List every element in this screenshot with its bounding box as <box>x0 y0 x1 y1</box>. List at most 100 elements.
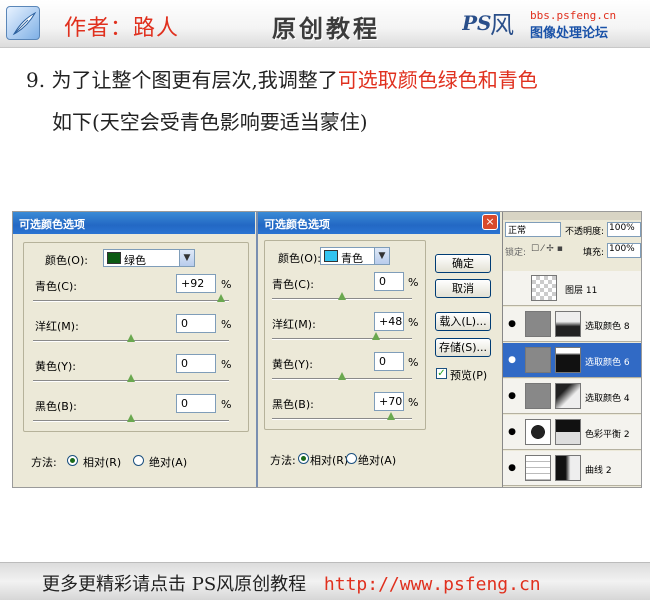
ok-button[interactable]: 确定 <box>435 254 491 273</box>
svg-text:PS: PS <box>462 11 491 35</box>
black-slider-thumb[interactable] <box>387 412 395 420</box>
step-text: 9. 为了让整个图更有层次,我调整了可选取颜色绿色和青色 <box>26 64 538 93</box>
absolute-label[interactable]: 绝对(A) <box>358 452 396 468</box>
fill-label: 填充: <box>583 248 605 258</box>
yellow-label: 黄色(Y): <box>272 358 314 371</box>
layer-row[interactable]: 图层 11 <box>503 271 641 306</box>
percent-sign: % <box>408 396 419 409</box>
magenta-slider-track[interactable] <box>272 338 412 340</box>
magenta-label: 洋红(M): <box>35 320 79 333</box>
percent-sign: % <box>221 398 232 411</box>
magenta-slider-thumb[interactable] <box>127 334 135 342</box>
adjustment-thumbnail <box>525 419 551 445</box>
opacity-input[interactable]: 100% <box>607 222 641 237</box>
eye-icon[interactable]: ● <box>507 463 517 473</box>
layer-mask <box>555 347 581 373</box>
eye-icon[interactable]: ● <box>507 427 517 437</box>
cyan-label: 青色(C): <box>35 280 77 293</box>
layer-name: 图层 11 <box>565 286 598 296</box>
tutorial-title: 原创教程 <box>272 15 380 43</box>
cancel-button[interactable]: 取消 <box>435 279 491 298</box>
cyan-input[interactable]: 0 <box>374 272 404 291</box>
absolute-radio[interactable] <box>133 455 144 466</box>
layer-row[interactable]: ● 选取颜色 4 <box>503 379 641 414</box>
black-input[interactable]: +70 <box>374 392 404 411</box>
step-text-b: 如下(天空会受青色影响要适当蒙住) <box>52 110 368 134</box>
yellow-slider-thumb[interactable] <box>338 372 346 380</box>
black-label: 黑色(B): <box>35 400 77 413</box>
percent-sign: % <box>408 276 419 289</box>
color-label: 颜色(O): <box>278 252 321 265</box>
relative-label[interactable]: 相对(R) <box>310 452 348 468</box>
opacity-label: 不透明度: <box>565 227 605 237</box>
black-input[interactable]: 0 <box>176 394 216 413</box>
absolute-radio[interactable] <box>346 453 357 464</box>
layer-row[interactable]: ● 色彩平衡 2 <box>503 415 641 450</box>
absolute-label[interactable]: 绝对(A) <box>149 454 187 470</box>
magenta-input[interactable]: 0 <box>176 314 216 333</box>
yellow-input[interactable]: 0 <box>374 352 404 371</box>
color-swatch <box>324 250 338 262</box>
layer-row[interactable]: ● 曲线 2 <box>503 451 641 486</box>
color-select[interactable]: 青色 ▼ <box>320 247 390 265</box>
percent-sign: % <box>408 356 419 369</box>
dialog-title: 可选颜色选项 <box>13 212 255 234</box>
layer-row[interactable]: ● 选取颜色 8 <box>503 307 641 342</box>
header-banner: 作者：路人 原创教程 PS 风 bbs.psfeng.cn 图像处理论坛 <box>0 0 650 48</box>
magenta-slider-thumb[interactable] <box>371 332 380 340</box>
layer-mask <box>555 455 581 481</box>
site-url[interactable]: bbs.psfeng.cn <box>530 9 616 22</box>
eye-icon[interactable]: ● <box>507 319 517 329</box>
magenta-label: 洋红(M): <box>272 318 316 331</box>
layer-mask <box>555 383 581 409</box>
percent-sign: % <box>408 316 419 329</box>
cyan-input[interactable]: +92 <box>176 274 216 293</box>
chevron-down-icon: ▼ <box>179 250 194 266</box>
preview-label[interactable]: 预览(P) <box>450 367 487 383</box>
cyan-label: 青色(C): <box>272 278 314 291</box>
preview-checkbox[interactable]: ✓ <box>436 368 447 379</box>
cyan-slider-track[interactable] <box>33 300 229 302</box>
color-swatch <box>107 252 121 264</box>
adjustment-thumbnail <box>525 347 551 373</box>
blend-mode-select[interactable]: 正常 <box>505 222 561 237</box>
color-select[interactable]: 绿色 ▼ <box>103 249 195 267</box>
cyan-slider-thumb[interactable] <box>217 294 226 302</box>
magenta-input[interactable]: +48 <box>374 312 404 331</box>
lock-icons[interactable]: ☐ ⁄ ✢ ▪ <box>531 244 563 254</box>
footer-text: 更多更精彩请点击 PS风原创教程 http://www.psfeng.cn <box>42 570 541 596</box>
dialog-title: 可选颜色选项 <box>258 212 500 234</box>
eye-icon[interactable]: ● <box>507 355 517 365</box>
footer-link[interactable]: http://www.psfeng.cn <box>324 574 541 595</box>
layer-row[interactable]: ● 选取颜色 6 <box>503 343 641 378</box>
save-button[interactable]: 存储(S)... <box>435 338 491 357</box>
color-label: 颜色(O): <box>45 254 88 267</box>
lock-label: 锁定: <box>505 248 527 258</box>
author-label: 作者：路人 <box>64 16 180 41</box>
relative-label[interactable]: 相对(R) <box>83 454 121 470</box>
layer-name: 色彩平衡 2 <box>585 430 630 440</box>
fill-input[interactable]: 100% <box>607 243 641 258</box>
relative-radio[interactable] <box>298 453 309 464</box>
selective-color-dialog-cyan: 可选颜色选项 × 颜色(O): 青色 ▼ 青色(C): 0 % 洋红(M): +… <box>256 212 500 487</box>
load-button[interactable]: 载入(L)... <box>435 312 491 331</box>
layer-thumbnail <box>531 275 557 301</box>
relative-radio[interactable] <box>67 455 78 466</box>
color-select-value: 绿色 <box>124 254 146 267</box>
lock-row: 锁定: ☐ ⁄ ✢ ▪ 填充: 100% <box>503 242 641 260</box>
cyan-slider-thumb[interactable] <box>338 292 346 300</box>
selective-color-dialog-green: 可选颜色选项 颜色(O): 绿色 ▼ 青色(C): +92 % 洋红(M): 0… <box>13 212 255 487</box>
black-slider-thumb[interactable] <box>127 414 135 422</box>
blend-mode-row: 正常 不透明度: 100% <box>503 221 641 239</box>
yellow-input[interactable]: 0 <box>176 354 216 373</box>
eye-icon[interactable]: ● <box>507 391 517 401</box>
site-name: 图像处理论坛 <box>530 26 609 41</box>
adjustment-thumbnail <box>525 311 551 337</box>
layer-name: 选取颜色 8 <box>585 322 630 332</box>
layer-mask <box>555 419 581 445</box>
step-number: 9. <box>26 68 46 92</box>
method-label: 方法: <box>31 456 57 469</box>
layer-mask <box>555 311 581 337</box>
yellow-slider-thumb[interactable] <box>127 374 135 382</box>
close-icon[interactable]: × <box>482 214 498 230</box>
